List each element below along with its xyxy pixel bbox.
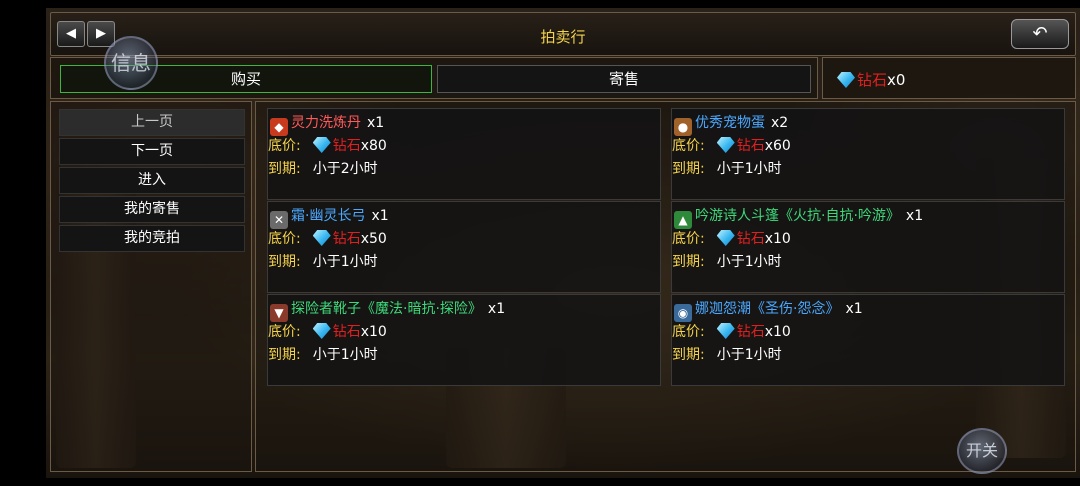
item-quantity: x1 <box>367 115 385 131</box>
diamond-icon <box>716 323 735 339</box>
price-currency: 钻石 <box>736 138 765 154</box>
listing-card[interactable]: ● 优秀宠物蛋 x2 底价: 钻石x60 到期: 小于1小时 <box>671 108 1065 200</box>
tab-sell[interactable]: 寄售 <box>437 65 811 93</box>
item-name: 优秀宠物蛋 <box>695 115 765 131</box>
prev-page-button[interactable]: 上一页 <box>59 109 245 136</box>
item-quantity: x1 <box>845 301 863 317</box>
price-currency: 钻石 <box>736 231 765 247</box>
expiry-label: 到期: <box>672 254 705 270</box>
listing-card[interactable]: ◉ 娜迦怨潮《圣伤·怨念》 x1 底价: 钻石x10 到期: 小于1小时 <box>671 294 1065 386</box>
price-currency: 钻石 <box>736 324 765 340</box>
toggle-button[interactable]: 开关 <box>957 428 1007 474</box>
expiry-value: 小于1小时 <box>312 254 378 270</box>
listing-card[interactable]: ✕ 霜·幽灵长弓 x1 底价: 钻石x50 到期: 小于1小时 <box>267 201 661 293</box>
item-quantity: x1 <box>905 208 924 224</box>
expiry-value: 小于1小时 <box>716 347 782 363</box>
naga-icon: ◉ <box>674 304 692 322</box>
price-amount: x80 <box>360 138 387 154</box>
price-label: 底价: <box>268 231 301 247</box>
price-amount: x60 <box>764 138 791 154</box>
cloak-icon: ▲ <box>674 211 692 229</box>
expiry-label: 到期: <box>268 347 301 363</box>
item-quantity: x1 <box>487 301 506 317</box>
pet-egg-icon: ● <box>674 118 692 136</box>
red-gem-icon: ◆ <box>270 118 288 136</box>
price-label: 底价: <box>268 138 301 154</box>
tab-bar: 购买 寄售 <box>50 57 818 99</box>
price-amount: x10 <box>764 231 791 247</box>
item-name: 娜迦怨潮《圣伤·怨念》 <box>695 301 840 317</box>
listing-grid: ◆ 灵力洗炼丹 x1 底价: 钻石x80 到期: 小于2小时 ● 优秀宠物蛋 x2 底价: 钻… <box>255 101 1076 472</box>
expiry-value: 小于2小时 <box>312 161 378 177</box>
diamond-icon <box>716 230 735 246</box>
price-amount: x10 <box>360 324 387 340</box>
my-bids-button[interactable]: 我的竞拍 <box>59 225 245 252</box>
price-amount: x50 <box>360 231 387 247</box>
price-label: 底价: <box>268 324 301 340</box>
expiry-label: 到期: <box>268 161 301 177</box>
diamond-icon <box>716 137 735 153</box>
price-amount: x10 <box>764 324 791 340</box>
expiry-label: 到期: <box>672 347 705 363</box>
price-currency: 钻石 <box>332 324 361 340</box>
item-quantity: x2 <box>771 115 789 131</box>
balance-currency: 钻石 <box>857 71 888 89</box>
sidebar: 上一页 下一页 进入 我的寄售 我的竞拍 <box>50 101 252 472</box>
my-consignments-button[interactable]: 我的寄售 <box>59 196 245 223</box>
page-title: 拍卖行 <box>540 28 586 46</box>
item-name: 吟游诗人斗篷《火抗·自抗·吟游》 <box>695 208 900 224</box>
enter-button[interactable]: 进入 <box>59 167 245 194</box>
back-button[interactable]: ↶ <box>1011 19 1069 49</box>
listing-card[interactable]: ◆ 灵力洗炼丹 x1 底价: 钻石x80 到期: 小于2小时 <box>267 108 661 200</box>
price-label: 底价: <box>672 138 705 154</box>
price-currency: 钻石 <box>332 231 361 247</box>
expiry-value: 小于1小时 <box>312 347 378 363</box>
expiry-label: 到期: <box>672 161 705 177</box>
expiry-label: 到期: <box>268 254 301 270</box>
title-bar: ◀ ▶ 拍卖行 ↶ <box>50 12 1076 56</box>
diamond-icon <box>837 72 855 88</box>
expiry-value: 小于1小时 <box>716 161 782 177</box>
item-name: 霜·幽灵长弓 <box>291 208 366 224</box>
price-label: 底价: <box>672 231 705 247</box>
price-label: 底价: <box>672 324 705 340</box>
next-page-button[interactable]: 下一页 <box>59 138 245 165</box>
diamond-icon <box>312 323 331 339</box>
diamond-icon <box>312 230 331 246</box>
bow-icon: ✕ <box>270 211 288 229</box>
price-currency: 钻石 <box>332 138 361 154</box>
back-arrow-icon: ↶ <box>1032 23 1048 44</box>
balance-amount: x0 <box>887 71 906 89</box>
boots-icon: ▼ <box>270 304 288 322</box>
item-name: 探险者靴子《魔法·暗抗·探险》 <box>291 301 482 317</box>
expiry-value: 小于1小时 <box>716 254 782 270</box>
item-quantity: x1 <box>371 208 389 224</box>
diamond-icon <box>312 137 331 153</box>
listing-card[interactable]: ▼ 探险者靴子《魔法·暗抗·探险》 x1 底价: 钻石x10 到期: 小于1小时 <box>267 294 661 386</box>
item-name: 灵力洗炼丹 <box>291 115 361 131</box>
listing-card[interactable]: ▲ 吟游诗人斗篷《火抗·自抗·吟游》 x1 底价: 钻石x10 到期: 小于1小时 <box>671 201 1065 293</box>
diamond-balance: 钻石x0 <box>822 57 1076 99</box>
info-button[interactable]: 信息 <box>104 36 158 90</box>
